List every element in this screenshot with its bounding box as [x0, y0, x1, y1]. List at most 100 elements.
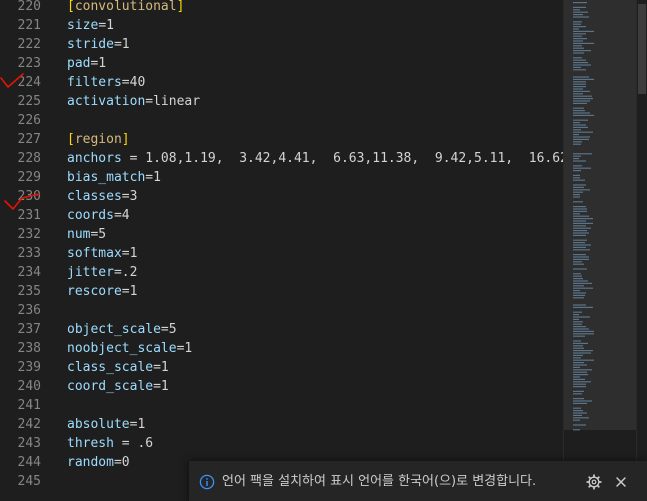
- minimap-content: [573, 2, 594, 431]
- code-line[interactable]: 235 rescore=1: [0, 282, 563, 301]
- line-code: [convolutional]: [67, 0, 184, 16]
- code-token: coord_scale: [67, 379, 154, 394]
- code-line[interactable]: 227 [region]: [0, 130, 563, 149]
- code-line[interactable]: 231 coords=4: [0, 206, 563, 225]
- code-token: stride: [67, 37, 114, 52]
- code-token: num: [67, 227, 91, 242]
- code-token: activation: [67, 94, 146, 109]
- line-number: 234: [17, 265, 41, 280]
- code-line[interactable]: 238 noobject_scale=1: [0, 339, 563, 358]
- code-token: =0: [113, 455, 130, 470]
- code-editor[interactable]: 220 [convolutional] 221 size=1 222 stride=1 22…: [0, 0, 647, 501]
- code-token: =.2: [113, 265, 138, 280]
- line-code: num=5: [67, 225, 106, 244]
- line-number: 224: [17, 75, 41, 90]
- code-line[interactable]: 222 stride=1: [0, 35, 563, 54]
- line-code: size=1: [67, 16, 114, 35]
- code-token: pad: [67, 56, 91, 71]
- code-token: absolute: [67, 417, 130, 432]
- code-token: =4: [113, 208, 130, 223]
- code-token: anchors: [67, 151, 122, 166]
- code-token: bias_match: [67, 170, 146, 185]
- code-token: thresh: [67, 436, 114, 451]
- code-token: class_scale: [67, 360, 154, 375]
- code-line[interactable]: 233 softmax=1: [0, 244, 563, 263]
- code-line[interactable]: 221 size=1: [0, 16, 563, 35]
- line-number: 240: [17, 379, 41, 394]
- line-code: absolute=1: [67, 415, 145, 434]
- code-token: coords: [67, 208, 114, 223]
- line-number: 243: [17, 436, 41, 451]
- notification-toast: 언어 팩을 설치하여 표시 언어를 한국어(으)로 변경합니다.: [189, 461, 647, 501]
- code-token: rescore: [67, 284, 122, 299]
- code-token: =1: [121, 284, 138, 299]
- line-number: 232: [17, 227, 41, 242]
- line-number: 239: [17, 360, 41, 375]
- code-token: filters: [67, 75, 122, 90]
- code-line[interactable]: 225 activation=linear: [0, 92, 563, 111]
- code-token: =1: [121, 246, 138, 261]
- close-icon[interactable]: [613, 474, 629, 490]
- code-line[interactable]: 223 pad=1: [0, 54, 563, 73]
- code-line[interactable]: 232 num=5: [0, 225, 563, 244]
- line-code: bias_match=1: [67, 168, 161, 187]
- code-line[interactable]: 241: [0, 396, 563, 415]
- code-line[interactable]: 243 thresh = .6: [0, 434, 563, 453]
- code-token: =40: [121, 75, 146, 90]
- line-number: 238: [17, 341, 41, 356]
- code-token: jitter: [67, 265, 114, 280]
- code-token: classes: [67, 189, 122, 204]
- code-token: object_scale: [67, 322, 161, 337]
- code-token: [: [67, 0, 75, 14]
- code-line[interactable]: 224 filters=40: [0, 73, 563, 92]
- line-code: pad=1: [67, 54, 106, 73]
- vertical-scrollbar[interactable]: [636, 0, 647, 501]
- line-code: coord_scale=1: [67, 377, 169, 396]
- notification-message: 언어 팩을 설치하여 표시 언어를 한국어(으)로 변경합니다.: [222, 474, 537, 489]
- code-area[interactable]: 220 [convolutional] 221 size=1 222 stride=1 22…: [0, 0, 563, 501]
- scrollbar-thumb[interactable]: [638, 4, 646, 94]
- code-token: size: [67, 18, 99, 33]
- code-line[interactable]: 242 absolute=1: [0, 415, 563, 434]
- line-number: 237: [17, 322, 41, 337]
- code-line[interactable]: 237 object_scale=5: [0, 320, 563, 339]
- code-token: =1: [113, 37, 130, 52]
- code-line[interactable]: 226: [0, 111, 563, 130]
- code-token: =linear: [145, 94, 201, 109]
- line-number: 227: [17, 132, 41, 147]
- code-line[interactable]: 236: [0, 301, 563, 320]
- code-line[interactable]: 239 class_scale=1: [0, 358, 563, 377]
- line-number: 223: [17, 56, 41, 71]
- code-token: noobject_scale: [67, 341, 177, 356]
- line-number: 225: [17, 94, 41, 109]
- gear-icon[interactable]: [586, 474, 602, 490]
- code-token: =5: [160, 322, 177, 337]
- line-number: 244: [17, 455, 41, 470]
- line-number: 229: [17, 170, 41, 185]
- code-token: softmax: [67, 246, 122, 261]
- minimap[interactable]: [563, 0, 647, 501]
- code-line[interactable]: 228 anchors = 1.08,1.19, 3.42,4.41, 6.63,…: [0, 149, 563, 168]
- line-code: classes=3: [67, 187, 137, 206]
- code-token: random: [67, 455, 114, 470]
- code-token: =5: [90, 227, 107, 242]
- line-number: 221: [17, 18, 41, 33]
- line-code: class_scale=1: [67, 358, 169, 377]
- code-token: ]: [176, 0, 185, 14]
- code-line[interactable]: 229 bias_match=1: [0, 168, 563, 187]
- code-line[interactable]: 220 [convolutional]: [0, 0, 563, 16]
- code-token: = .6: [113, 436, 154, 451]
- line-number: 231: [17, 208, 41, 223]
- code-line[interactable]: 234 jitter=.2: [0, 263, 563, 282]
- code-token: =1: [129, 417, 146, 432]
- code-token: region: [74, 132, 122, 147]
- code-token: =1: [176, 341, 193, 356]
- line-code: rescore=1: [67, 282, 137, 301]
- line-number: 233: [17, 246, 41, 261]
- line-number: 236: [17, 303, 41, 318]
- line-number: 245: [17, 474, 41, 489]
- line-code: softmax=1: [67, 244, 137, 263]
- code-line[interactable]: 240 coord_scale=1: [0, 377, 563, 396]
- code-line[interactable]: 230 classes=3: [0, 187, 563, 206]
- code-token: [: [67, 132, 75, 147]
